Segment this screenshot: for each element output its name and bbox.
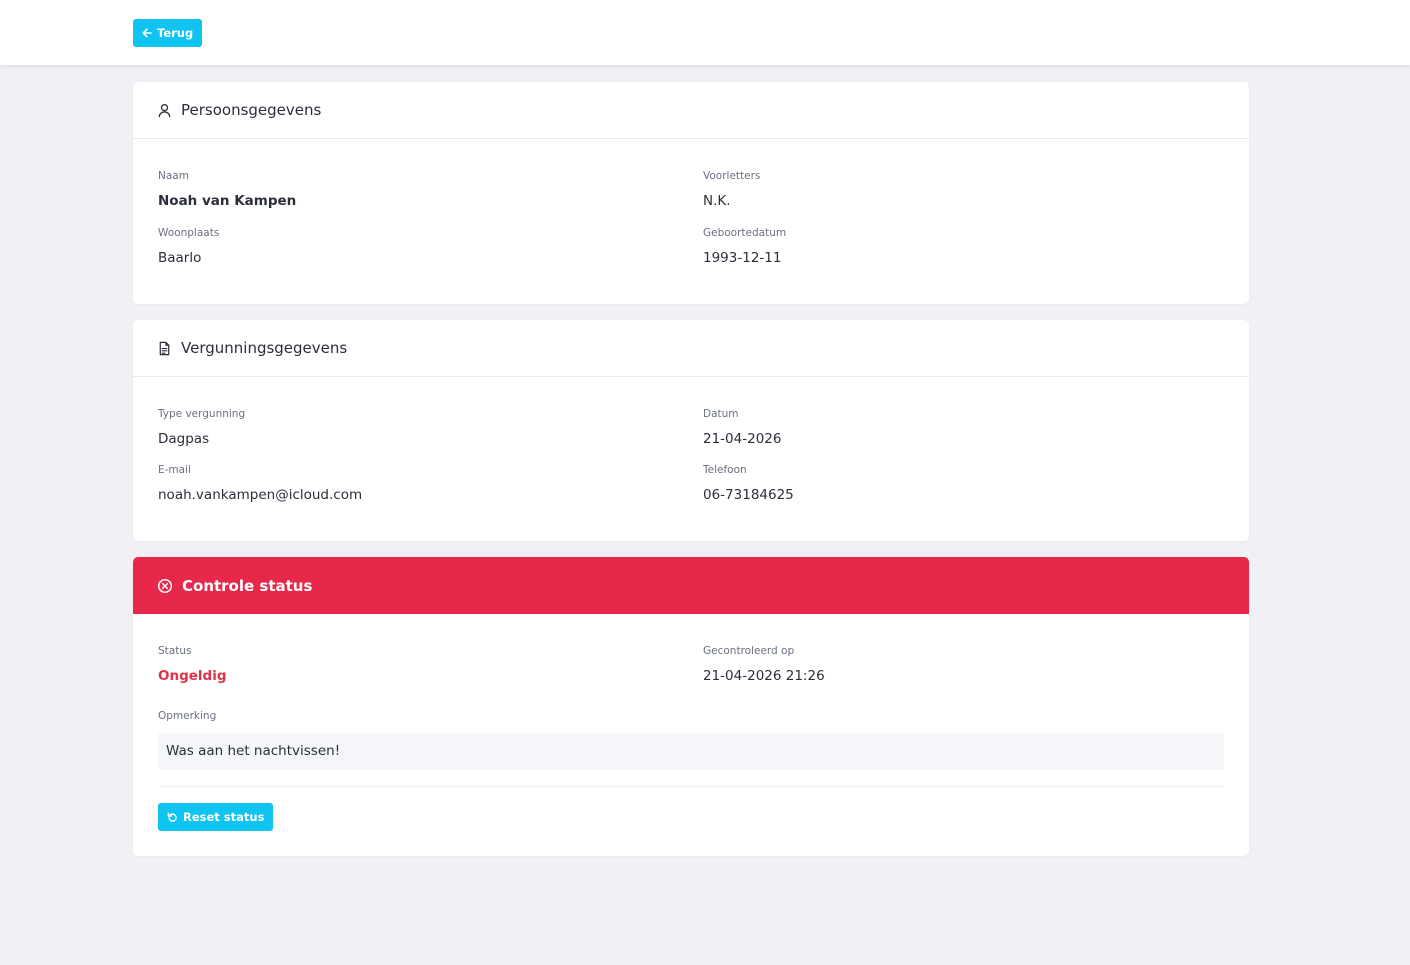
city-value: Baarlo: [158, 250, 202, 266]
person-card-header: Persoonsgegevens: [133, 82, 1249, 139]
phone-field: Telefoon 06-73184625: [703, 464, 794, 503]
name-field: Naam Noah van Kampen: [158, 170, 296, 209]
check-card: Controle status Status Ongeldig Gecontro…: [133, 557, 1249, 856]
license-card: Vergunningsgegevens Type vergunning Dagp…: [133, 320, 1249, 541]
license-card-header: Vergunningsgegevens: [133, 320, 1249, 377]
city-field: Woonplaats Baarlo: [158, 227, 219, 266]
reset-status-button[interactable]: Reset status: [158, 803, 274, 831]
email-field: E-mail noah.vankampen@icloud.com: [158, 464, 362, 503]
status-field: Status Ongeldig: [158, 645, 227, 684]
license-date-field: Datum 21-04-2026: [703, 408, 781, 447]
checked-at-field: Gecontroleerd op 21-04-2026 21:26: [703, 645, 825, 684]
license-type-field: Type vergunning Dagpas: [158, 408, 245, 447]
reset-status-label: Reset status: [183, 810, 265, 824]
checked-at-label: Gecontroleerd op: [703, 645, 795, 657]
remark-field: Opmerking: [158, 710, 216, 722]
initials-field: Voorletters N.K.: [703, 170, 760, 209]
x-circle-icon: [157, 578, 173, 593]
license-type-label: Type vergunning: [158, 408, 246, 420]
license-date-value: 21-04-2026: [703, 431, 782, 447]
initials-label: Voorletters: [703, 170, 761, 182]
check-card-header: Controle status: [133, 557, 1249, 614]
license-type-value: Dagpas: [158, 431, 210, 447]
person-card-title: Persoonsgegevens: [181, 101, 322, 119]
phone-label: Telefoon: [703, 464, 747, 476]
arrow-left-icon: [142, 28, 152, 38]
remark-box: Was aan het nachtvissen!: [158, 733, 1224, 770]
license-card-title: Vergunningsgegevens: [181, 339, 348, 357]
license-date-label: Datum: [703, 408, 739, 420]
birthdate-field: Geboortedatum 1993-12-11: [703, 227, 786, 266]
name-label: Naam: [158, 170, 189, 182]
birthdate-label: Geboortedatum: [703, 227, 787, 239]
check-card-title: Controle status: [182, 576, 313, 595]
initials-value: N.K.: [703, 193, 731, 209]
user-icon: [158, 103, 171, 117]
birthdate-value: 1993-12-11: [703, 250, 782, 266]
top-bar: Terug: [0, 0, 1410, 66]
back-button[interactable]: Terug: [133, 19, 203, 47]
status-value: Ongeldig: [158, 668, 227, 684]
person-card: Persoonsgegevens Naam Noah van Kampen Vo…: [133, 82, 1249, 304]
name-value: Noah van Kampen: [158, 193, 297, 209]
remark-label: Opmerking: [158, 710, 217, 722]
back-button-label: Terug: [157, 26, 194, 40]
email-label: E-mail: [158, 464, 191, 476]
city-label: Woonplaats: [158, 227, 220, 239]
checked-at-value: 21-04-2026 21:26: [703, 668, 825, 684]
phone-value: 06-73184625: [703, 487, 794, 503]
divider: [158, 786, 1224, 787]
email-value: noah.vankampen@icloud.com: [158, 487, 363, 503]
reset-icon: [167, 812, 177, 822]
status-label: Status: [158, 645, 192, 657]
document-icon: [159, 341, 170, 355]
